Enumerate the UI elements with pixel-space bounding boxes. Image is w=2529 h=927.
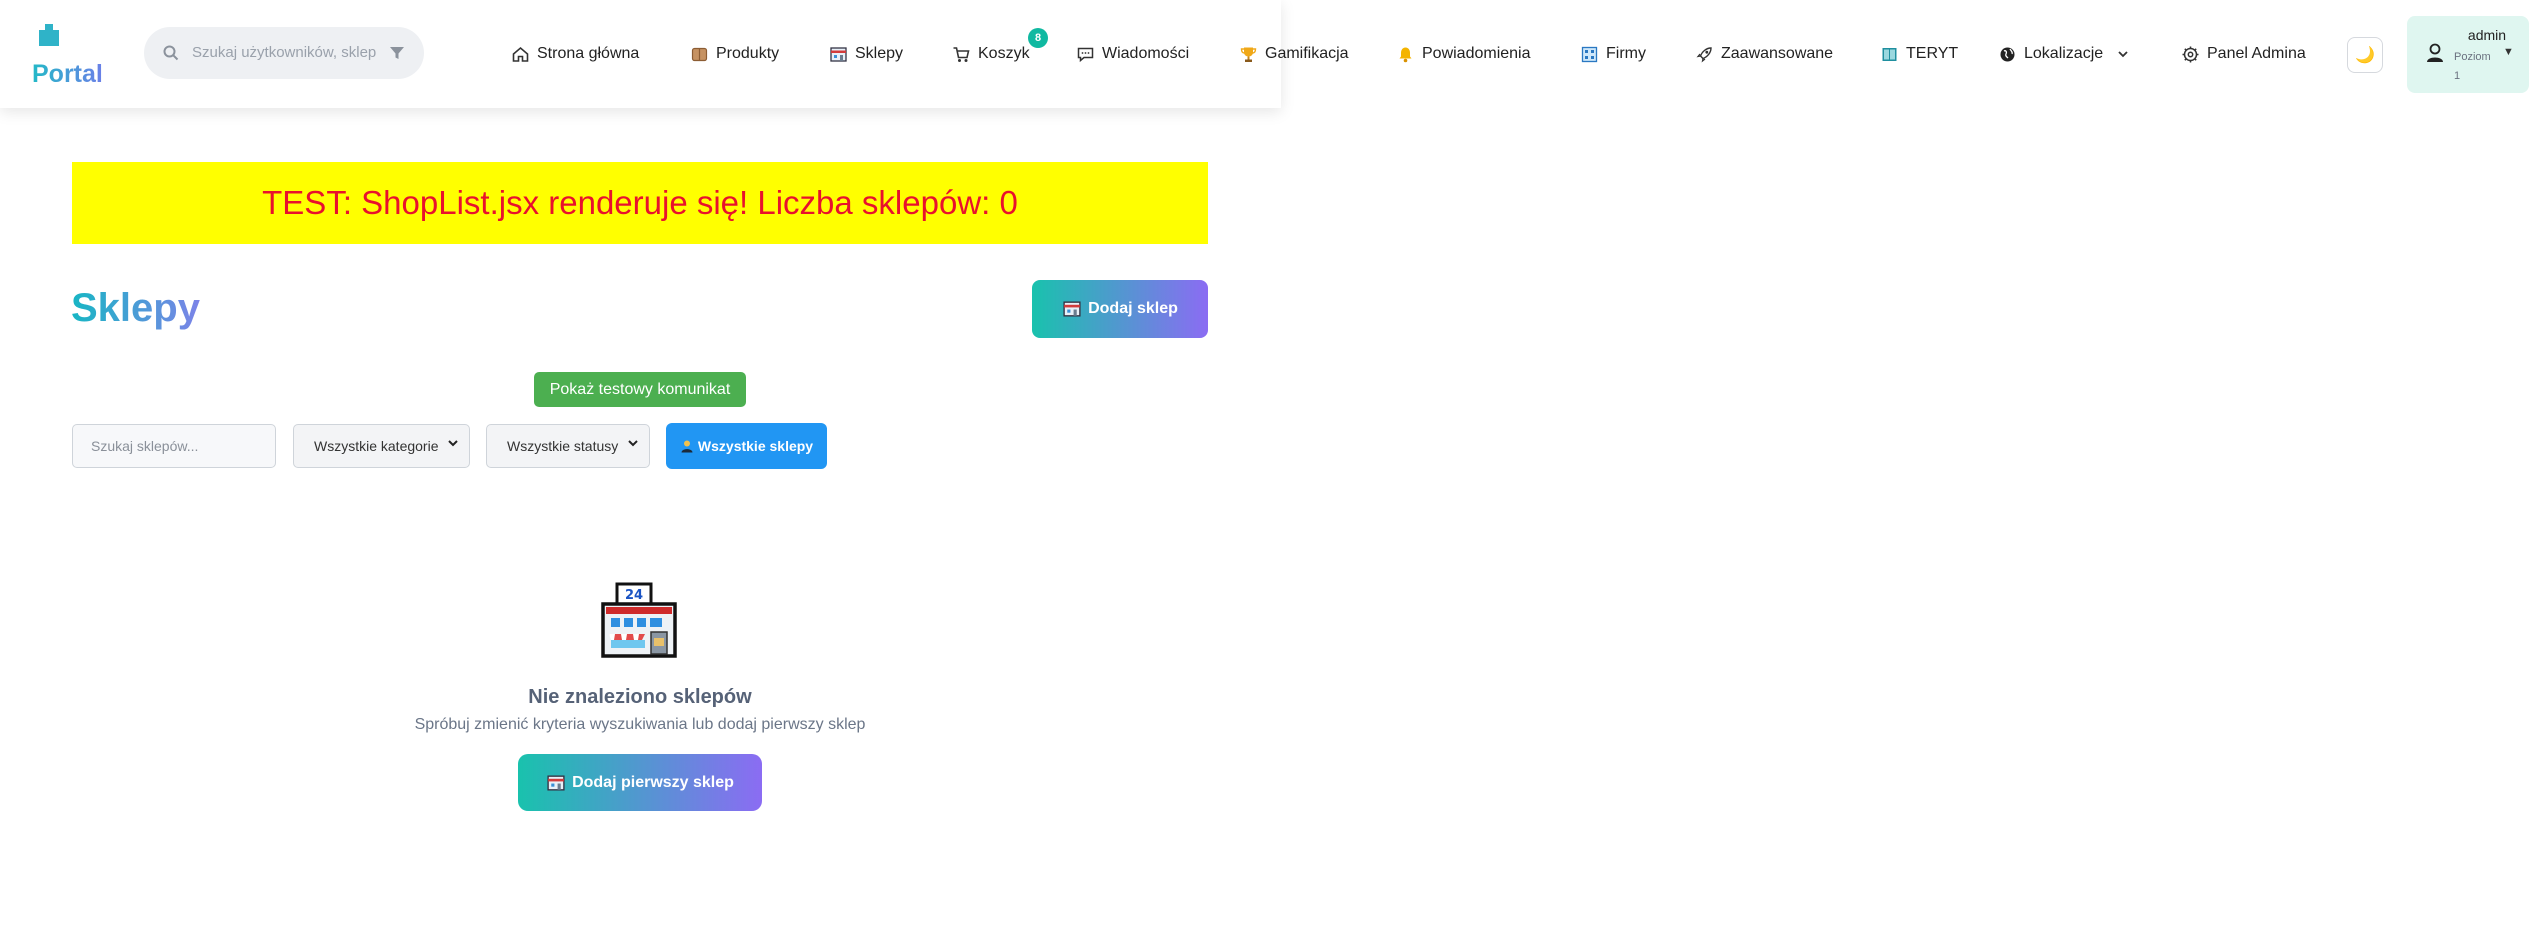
- category-select-value: Wszystkie kategorie: [314, 438, 439, 454]
- add-shop-button[interactable]: Dodaj sklep: [1032, 280, 1208, 338]
- add-first-shop-button[interactable]: Dodaj pierwszy sklep: [518, 754, 762, 811]
- category-select[interactable]: Wszystkie kategorie: [293, 424, 470, 468]
- building-icon: [1581, 46, 1598, 62]
- top-navbar: Portal Szukaj użytkowników, sklep Strona…: [0, 0, 2529, 110]
- nav-item-home[interactable]: Strona główna: [511, 40, 639, 68]
- status-select-value: Wszystkie statusy: [507, 438, 619, 454]
- logo-text: Portal: [32, 60, 103, 88]
- nav-item-cart[interactable]: Koszyk: [952, 40, 1030, 68]
- cart-count-badge: 8: [1028, 28, 1048, 48]
- nav-label: Strona główna: [537, 45, 640, 62]
- nav-item-locations[interactable]: Lokalizacje: [1998, 40, 2130, 68]
- theme-toggle-button[interactable]: 🌙: [2347, 37, 2383, 73]
- home-icon: [512, 46, 529, 62]
- person-icon: [681, 440, 693, 453]
- nav-item-advanced[interactable]: Zaawansowane: [1695, 40, 1833, 68]
- nav-label: Panel Admina: [2207, 45, 2306, 62]
- logo-cube-icon: [39, 24, 59, 46]
- search-icon: [163, 45, 179, 61]
- all-shops-label: Wszystkie sklepy: [697, 438, 814, 454]
- chevron-down-icon: [628, 440, 638, 447]
- user-level: Poziom 1: [2454, 51, 2491, 82]
- nav-item-gamification[interactable]: Gamifikacja: [1239, 40, 1349, 68]
- empty-state-subtitle: Spróbuj zmienić kryteria wyszukiwania lu…: [414, 716, 866, 733]
- test-banner: TEST: ShopList.jsx renderuje się! Liczba…: [72, 162, 1208, 244]
- shop-search-placeholder: Szukaj sklepów...: [91, 438, 199, 454]
- nav-item-messages[interactable]: Wiadomości: [1076, 40, 1189, 68]
- nav-label: Lokalizacje: [2024, 45, 2104, 62]
- show-test-message-button[interactable]: Pokaż testowy komunikat: [534, 372, 746, 407]
- nav-item-admin-panel[interactable]: Panel Admina: [2181, 40, 2306, 68]
- chevron-down-icon: [448, 440, 458, 447]
- svg-text:24: 24: [625, 588, 643, 603]
- filter-icon[interactable]: [388, 44, 406, 62]
- chat-icon: [1077, 47, 1094, 62]
- nav-label: Produkty: [716, 45, 780, 62]
- convenience-store-icon: 24: [601, 582, 677, 658]
- nav-label: Firmy: [1606, 45, 1646, 62]
- rocket-icon: [1696, 46, 1712, 62]
- package-icon: [691, 47, 708, 61]
- caret-down-icon: ▼: [2503, 46, 2514, 58]
- portal-logo[interactable]: Portal: [30, 22, 110, 92]
- nav-item-teryt[interactable]: TERYT: [1880, 40, 1958, 68]
- add-first-shop-label: Dodaj pierwszy sklep: [572, 773, 734, 791]
- nav-item-companies[interactable]: Firmy: [1580, 40, 1646, 68]
- global-search[interactable]: Szukaj użytkowników, sklep: [144, 27, 424, 79]
- nav-label: Zaawansowane: [1721, 45, 1834, 62]
- nav-label: Koszyk: [978, 45, 1030, 62]
- nav-label: Gamifikacja: [1265, 45, 1349, 62]
- cart-icon: [953, 46, 970, 62]
- all-shops-button[interactable]: Wszystkie sklepy: [666, 423, 827, 469]
- chevron-down-icon: [2118, 51, 2128, 58]
- add-shop-label: Dodaj sklep: [1088, 300, 1178, 317]
- nav-label: Powiadomienia: [1422, 45, 1531, 62]
- trophy-icon: [1240, 47, 1257, 62]
- store-icon: [1063, 301, 1081, 317]
- bell-icon: [1399, 47, 1412, 62]
- user-menu[interactable]: admin Poziom 1 ▼: [2407, 16, 2529, 93]
- nav-item-shops[interactable]: Sklepy: [829, 40, 903, 68]
- map-book-icon: [1882, 47, 1897, 61]
- globe-icon: [2000, 47, 2015, 61]
- empty-state-title: Nie znaleziono sklepów: [528, 686, 752, 708]
- status-select[interactable]: Wszystkie statusy: [486, 424, 650, 468]
- moon-icon: 🌙: [2355, 47, 2375, 64]
- nav-item-products[interactable]: Produkty: [690, 40, 779, 68]
- nav-label: Sklepy: [855, 45, 904, 62]
- nav-label: Wiadomości: [1102, 45, 1190, 62]
- page-title: Sklepy: [71, 286, 200, 330]
- gear-icon: [2182, 46, 2199, 62]
- nav-item-notifications[interactable]: Powiadomienia: [1396, 40, 1531, 68]
- user-name: admin: [2467, 27, 2507, 43]
- global-search-input[interactable]: Szukaj użytkowników, sklep: [192, 44, 382, 61]
- store-icon: [830, 46, 847, 62]
- user-icon: [2427, 43, 2443, 62]
- nav-label: TERYT: [1906, 45, 1959, 62]
- shop-search-input[interactable]: Szukaj sklepów...: [72, 424, 276, 468]
- store-icon: [547, 774, 565, 791]
